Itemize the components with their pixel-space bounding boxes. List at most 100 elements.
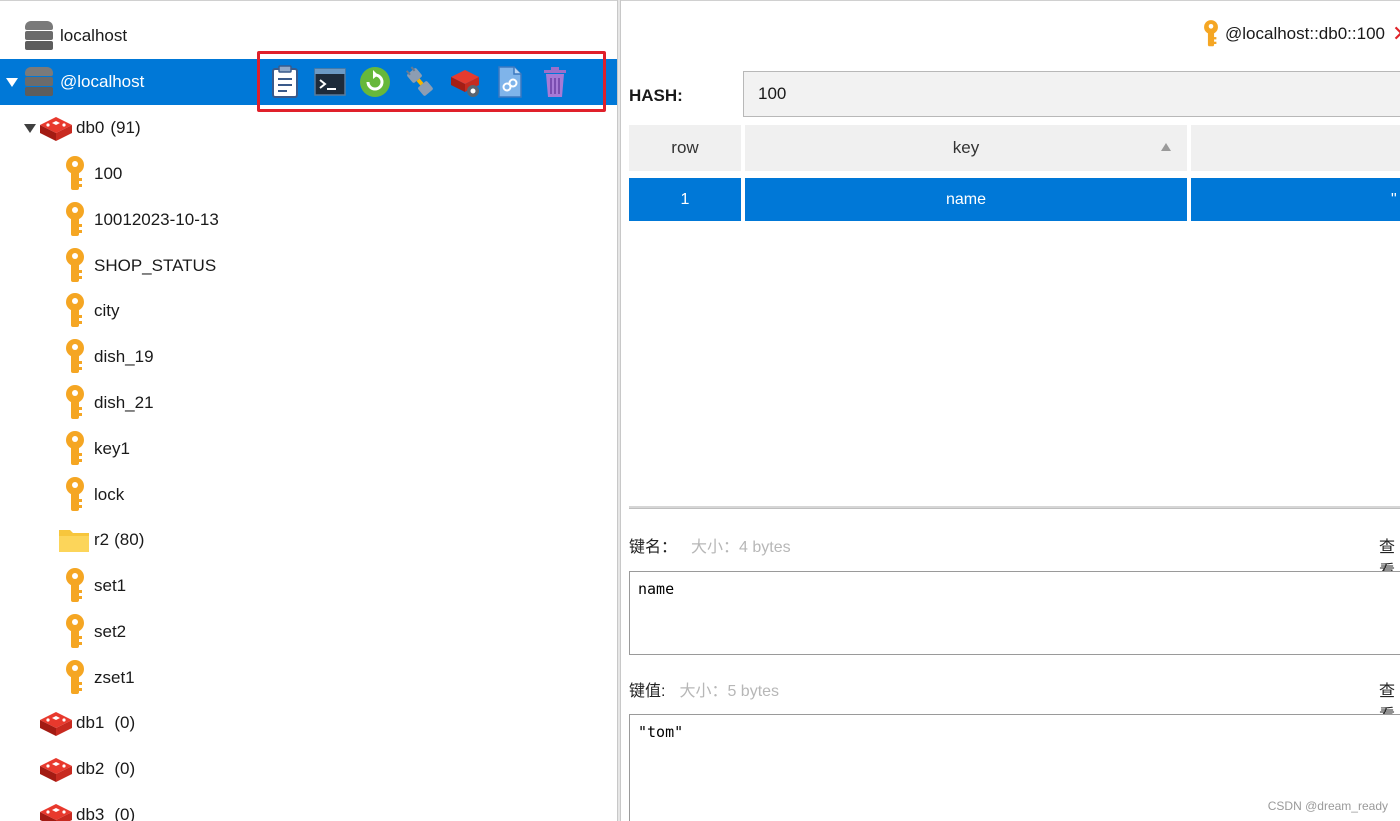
watermark: CSDN @dream_ready xyxy=(1267,799,1388,813)
delete-button[interactable] xyxy=(538,64,572,100)
tree-item-db[interactable]: db3 (0) xyxy=(38,792,135,821)
redis-db-icon xyxy=(38,800,74,821)
column-header-value[interactable]: v xyxy=(1191,125,1400,171)
key-name: set2 xyxy=(94,621,127,641)
key-icon xyxy=(62,659,88,696)
server-info-icon xyxy=(272,65,298,98)
reload-button[interactable] xyxy=(358,64,392,100)
editor-tab[interactable]: @localhost::db0::100 ✕ xyxy=(1201,19,1400,49)
key-icon xyxy=(62,385,88,421)
db0-count: (91) xyxy=(110,118,141,137)
key-icon xyxy=(62,476,88,513)
key-name: dish_19 xyxy=(94,347,154,367)
key-name: set1 xyxy=(94,576,127,595)
tree-item-key[interactable]: SHOP_STATUS xyxy=(62,243,216,289)
tree-item-key[interactable]: lock xyxy=(62,472,124,518)
server-toolbar xyxy=(268,63,572,101)
key-icon xyxy=(62,156,88,192)
column-header-row[interactable]: row xyxy=(629,125,741,171)
duplicate-connection-icon xyxy=(498,66,522,98)
tree-item-folder[interactable]: r2 (80) xyxy=(58,517,144,563)
key-name: lock xyxy=(94,484,125,504)
key-name-input[interactable] xyxy=(743,71,1400,117)
key-name: dish_21 xyxy=(94,393,154,412)
server-icon xyxy=(24,66,54,98)
cell-value[interactable]: " xyxy=(1191,178,1400,221)
expand-arrow-icon[interactable] xyxy=(22,120,38,136)
tree-item-db0[interactable]: db0 (91) xyxy=(22,105,141,151)
disconnect-icon xyxy=(406,66,433,96)
db-count: (0) xyxy=(114,758,136,778)
server-config-icon xyxy=(451,70,479,97)
server-label: @localhost xyxy=(60,72,145,91)
key-field-label: 键名： 大小：4 bytes xyxy=(629,533,791,557)
db-name: db3 xyxy=(76,804,105,821)
hash-key-textarea[interactable]: name xyxy=(629,571,1400,655)
folder-icon xyxy=(58,527,90,553)
value-editor-panel: @localhost::db0::100 ✕ HASH: row key v 1… xyxy=(621,0,1400,821)
cell-key[interactable]: name xyxy=(745,178,1187,221)
folder-count: (80) xyxy=(114,530,145,549)
key-field-size: 大小：4 bytes xyxy=(691,539,791,556)
console-button[interactable] xyxy=(313,64,347,100)
disconnect-button[interactable] xyxy=(403,64,437,100)
delete-icon xyxy=(544,67,566,97)
table-divider[interactable] xyxy=(629,506,1400,509)
connection-label: localhost xyxy=(60,26,128,45)
redis-db-icon xyxy=(38,113,74,143)
key-name: key1 xyxy=(94,438,130,458)
tree-item-key[interactable]: dish_19 xyxy=(62,334,154,380)
tree-item-key[interactable]: zset1 xyxy=(62,655,135,701)
tree-item-key[interactable]: city xyxy=(62,288,120,334)
key-field-title: 键名： xyxy=(629,539,678,556)
key-icon xyxy=(62,430,88,467)
key-icon xyxy=(62,613,88,650)
key-name: city xyxy=(94,301,120,321)
expand-arrow-icon[interactable] xyxy=(4,74,20,90)
column-header-key[interactable]: key xyxy=(745,125,1187,171)
duplicate-connection-button[interactable] xyxy=(493,64,527,100)
tree-item-key[interactable]: set2 xyxy=(62,609,126,655)
tree-item-key[interactable]: key1 xyxy=(62,426,130,472)
db-count: (0) xyxy=(114,804,136,821)
folder-name: r2 xyxy=(94,530,110,549)
key-icon xyxy=(62,247,88,284)
db0-name: db0 xyxy=(76,118,105,137)
key-name: SHOP_STATUS xyxy=(94,255,217,275)
type-label: HASH: xyxy=(629,86,683,105)
tree-item-db[interactable]: db1 (0) xyxy=(38,700,135,746)
value-field-size: 大小：5 bytes xyxy=(679,683,780,700)
tree-item-key[interactable]: 100 xyxy=(62,151,122,197)
server-icon xyxy=(24,20,54,52)
close-icon[interactable]: ✕ xyxy=(1392,21,1400,47)
connection-tree: localhost @localhost db0 (91) 100 100120… xyxy=(0,0,617,821)
value-field-title: 键值: xyxy=(629,683,666,700)
redis-db-icon xyxy=(38,754,74,784)
redis-db-icon xyxy=(38,708,74,738)
tree-item-db[interactable]: db2 (0) xyxy=(38,746,135,792)
key-name: zset1 xyxy=(94,667,135,687)
column-header-key-label: key xyxy=(952,138,980,157)
reload-icon xyxy=(360,67,390,97)
key-icon xyxy=(62,339,88,375)
tree-item-key[interactable]: 10012023-10-13 xyxy=(62,197,219,243)
db-name: db2 xyxy=(76,758,105,778)
cell-row-index[interactable]: 1 xyxy=(629,178,741,221)
key-icon xyxy=(1201,19,1221,49)
tree-item-connection[interactable]: localhost xyxy=(24,13,127,59)
key-icon xyxy=(62,293,88,329)
key-icon xyxy=(62,568,88,604)
db-count: (0) xyxy=(114,713,136,732)
key-name: 100 xyxy=(94,164,123,183)
tab-title-text: @localhost::db0::100 xyxy=(1225,24,1385,43)
value-field-label: 键值: 大小：5 bytes xyxy=(629,677,779,701)
tree-item-key[interactable]: dish_21 xyxy=(62,380,154,426)
key-icon xyxy=(62,201,88,238)
key-name: 10012023-10-13 xyxy=(94,209,219,229)
sort-ascending-icon xyxy=(1161,143,1171,151)
console-icon xyxy=(314,68,346,96)
db-name: db1 xyxy=(76,713,105,732)
server-info-button[interactable] xyxy=(268,64,302,100)
tree-item-key[interactable]: set1 xyxy=(62,563,126,609)
server-config-button[interactable] xyxy=(448,64,482,100)
